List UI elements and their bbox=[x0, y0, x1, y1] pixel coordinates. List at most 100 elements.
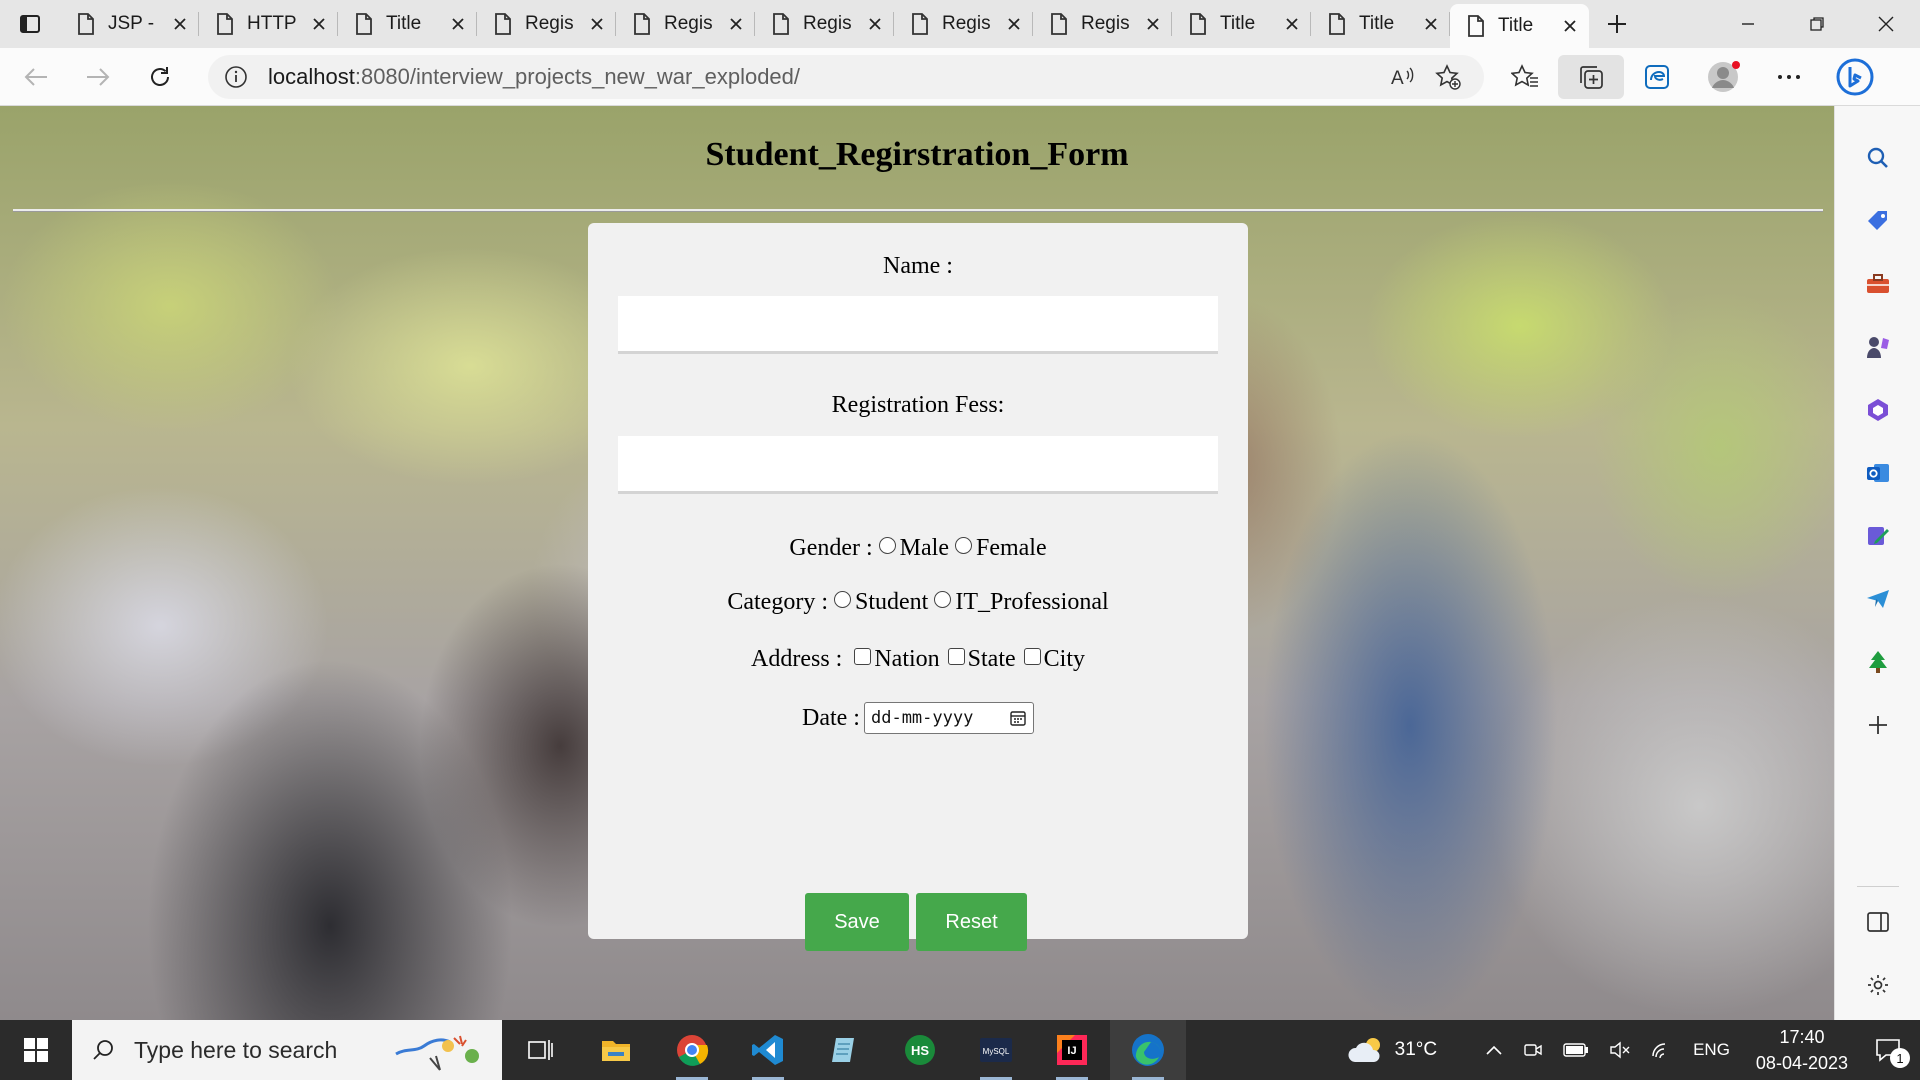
read-aloud-button[interactable]: A bbox=[1382, 57, 1426, 97]
tab-actions-button[interactable] bbox=[0, 0, 60, 48]
address-city-checkbox[interactable] bbox=[1023, 648, 1041, 665]
weather-widget[interactable]: 31°C bbox=[1337, 1020, 1447, 1080]
url-text[interactable]: localhost:8080/interview_projects_new_wa… bbox=[268, 64, 1382, 90]
address-nation-checkbox[interactable] bbox=[854, 648, 872, 665]
document-icon bbox=[912, 13, 928, 35]
close-icon[interactable] bbox=[1283, 15, 1301, 33]
category-student-radio[interactable] bbox=[833, 591, 851, 608]
sidebar-search[interactable] bbox=[1835, 138, 1920, 178]
close-icon[interactable] bbox=[1422, 15, 1440, 33]
close-icon[interactable] bbox=[1144, 15, 1162, 33]
tab-1[interactable]: HTTP bbox=[199, 0, 338, 48]
sidebar-outlook[interactable] bbox=[1835, 453, 1920, 493]
tab-7[interactable]: Regis bbox=[1033, 0, 1172, 48]
refresh-button[interactable] bbox=[134, 55, 186, 99]
tab-label: Title bbox=[1359, 13, 1395, 34]
address-state-checkbox[interactable] bbox=[947, 648, 965, 665]
edge-extension-button[interactable] bbox=[1624, 55, 1690, 99]
tab-3[interactable]: Regis bbox=[477, 0, 616, 48]
sidebar-send[interactable] bbox=[1835, 579, 1920, 619]
favorites-button[interactable] bbox=[1492, 55, 1558, 99]
info-icon[interactable] bbox=[224, 65, 248, 89]
chrome-button[interactable] bbox=[654, 1020, 730, 1080]
close-window-button[interactable] bbox=[1851, 0, 1920, 48]
battery-status[interactable] bbox=[1553, 1020, 1599, 1080]
gender-male-radio[interactable] bbox=[878, 537, 896, 554]
edge-button[interactable] bbox=[1110, 1020, 1186, 1080]
show-hidden-icons[interactable] bbox=[1475, 1020, 1513, 1080]
restore-button[interactable] bbox=[1782, 0, 1851, 48]
sidebar-tools[interactable] bbox=[1835, 264, 1920, 304]
sidebar-tree[interactable] bbox=[1835, 642, 1920, 682]
sidebar-add[interactable] bbox=[1835, 705, 1920, 745]
volume-control[interactable] bbox=[1599, 1020, 1641, 1080]
close-icon bbox=[1878, 16, 1893, 32]
task-view-button[interactable] bbox=[502, 1020, 578, 1080]
date-row: Date : dd-mm-yyyy bbox=[588, 702, 1248, 734]
intellij-button[interactable]: IJ bbox=[1034, 1020, 1110, 1080]
meet-now[interactable] bbox=[1513, 1020, 1553, 1080]
close-icon[interactable] bbox=[1005, 15, 1023, 33]
notepad-button[interactable] bbox=[806, 1020, 882, 1080]
address-bar[interactable]: localhost:8080/interview_projects_new_wa… bbox=[208, 54, 1484, 99]
close-icon[interactable] bbox=[1561, 17, 1579, 35]
divider bbox=[13, 209, 1823, 212]
collections-button[interactable] bbox=[1558, 54, 1624, 99]
network-status[interactable] bbox=[1641, 1020, 1683, 1080]
plus-icon bbox=[1608, 15, 1626, 33]
read-aloud-icon: A bbox=[1391, 67, 1414, 89]
profile-button[interactable] bbox=[1690, 55, 1756, 99]
close-icon[interactable] bbox=[310, 15, 328, 33]
tab-8[interactable]: Title bbox=[1172, 0, 1311, 48]
refresh-icon bbox=[151, 66, 169, 86]
heidisql-button[interactable]: HS bbox=[882, 1020, 958, 1080]
file-explorer-button[interactable] bbox=[578, 1020, 654, 1080]
tab-9[interactable]: Title bbox=[1311, 0, 1450, 48]
close-icon[interactable] bbox=[727, 15, 745, 33]
close-icon[interactable] bbox=[171, 15, 189, 33]
tab-strip: JSP - HTTP Title Regis Regis Regis Regis… bbox=[0, 0, 1920, 48]
date-input[interactable]: dd-mm-yyyy bbox=[863, 702, 1034, 734]
sidebar-office[interactable] bbox=[1835, 390, 1920, 430]
close-icon[interactable] bbox=[588, 15, 606, 33]
forward-button[interactable] bbox=[72, 55, 124, 99]
tab-10-active[interactable]: Title bbox=[1450, 4, 1589, 48]
fees-input[interactable] bbox=[618, 436, 1218, 494]
collections-icon bbox=[1580, 65, 1603, 89]
tab-2[interactable]: Title bbox=[338, 0, 477, 48]
tab-5[interactable]: Regis bbox=[755, 0, 894, 48]
gender-female-radio[interactable] bbox=[954, 537, 972, 554]
reset-button[interactable]: Reset bbox=[916, 893, 1027, 951]
back-button[interactable] bbox=[10, 55, 62, 99]
start-button[interactable] bbox=[0, 1020, 72, 1080]
close-icon[interactable] bbox=[866, 15, 884, 33]
mysql-button[interactable]: MySQL bbox=[958, 1020, 1034, 1080]
vscode-button[interactable] bbox=[730, 1020, 806, 1080]
sidebar-shopping[interactable] bbox=[1835, 201, 1920, 241]
calendar-icon[interactable] bbox=[1009, 709, 1027, 727]
close-icon[interactable] bbox=[449, 15, 467, 33]
tab-4[interactable]: Regis bbox=[616, 0, 755, 48]
tab-6[interactable]: Regis bbox=[894, 0, 1033, 48]
new-tab-button[interactable] bbox=[1589, 0, 1645, 48]
clock-date: 08-04-2023 bbox=[1755, 1053, 1848, 1073]
sidebar-split-view[interactable] bbox=[1835, 902, 1920, 942]
tab-actions-icon bbox=[20, 15, 40, 33]
url-path: :8080/interview_projects_new_war_explode… bbox=[354, 63, 801, 89]
name-input[interactable] bbox=[618, 296, 1218, 354]
tab-0[interactable]: JSP - bbox=[60, 0, 199, 48]
more-options-button[interactable] bbox=[1756, 55, 1822, 99]
sidebar-games[interactable] bbox=[1835, 327, 1920, 367]
sidebar-settings[interactable] bbox=[1835, 965, 1920, 1005]
category-it-professional-radio[interactable] bbox=[934, 591, 952, 608]
clock[interactable]: 17:40 08-04-2023 bbox=[1740, 1024, 1864, 1076]
sidebar-designer[interactable] bbox=[1835, 516, 1920, 556]
save-button[interactable]: Save bbox=[805, 893, 909, 951]
outlook-icon bbox=[1867, 464, 1889, 482]
minimize-button[interactable] bbox=[1713, 0, 1782, 48]
copilot-button[interactable] bbox=[1822, 55, 1888, 99]
input-language[interactable]: ENG bbox=[1683, 1020, 1740, 1080]
notification-center[interactable]: 1 bbox=[1864, 1020, 1920, 1080]
taskbar-search[interactable]: Type here to search bbox=[72, 1020, 502, 1080]
add-favorite-button[interactable] bbox=[1426, 57, 1470, 97]
